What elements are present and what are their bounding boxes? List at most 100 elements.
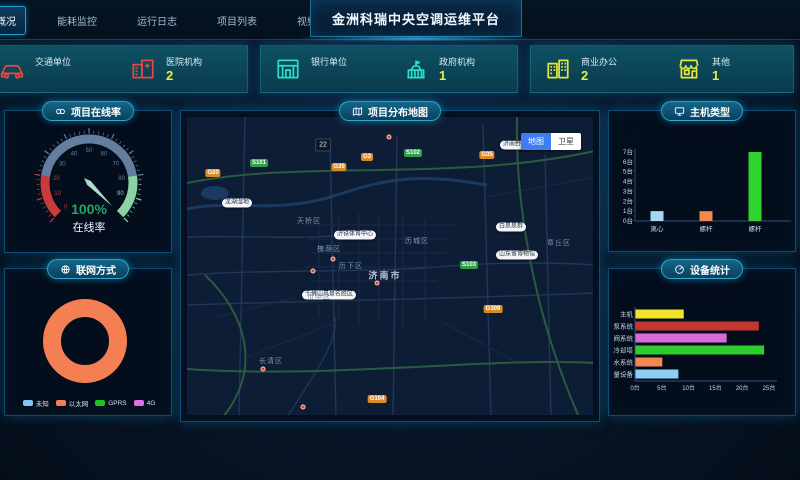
svg-text:5台: 5台: [623, 167, 633, 176]
project-dot-marker[interactable]: [331, 257, 336, 262]
map-icon: [352, 106, 363, 117]
svg-text:70: 70: [112, 162, 119, 168]
svg-text:3台: 3台: [623, 186, 633, 195]
svg-text:螺杆: 螺杆: [700, 224, 714, 233]
legend-label: 未知: [36, 398, 49, 408]
map-mode-map-button[interactable]: 地图: [521, 133, 551, 150]
svg-text:量设备: 量设备: [614, 370, 634, 379]
cluster-badge[interactable]: 22: [315, 139, 331, 152]
hospital-icon: [130, 56, 156, 82]
svg-text:螺杆: 螺杆: [749, 224, 763, 233]
project-dot-marker[interactable]: [261, 367, 266, 372]
gauge-icon: [674, 264, 685, 275]
online-rate-header: 项目在线率: [42, 101, 134, 121]
stat-label: 医院机构: [166, 55, 202, 68]
svg-text:90: 90: [117, 191, 124, 197]
svg-text:冷却塔: 冷却塔: [614, 346, 634, 355]
stat-value: [311, 69, 347, 83]
svg-text:20台: 20台: [736, 384, 749, 392]
map-mode-satellite-button[interactable]: 卫星: [551, 133, 581, 150]
app-title: 金洲科瑞中央空调运维平台: [332, 9, 500, 28]
stat-label: 交通单位: [35, 55, 71, 68]
svg-text:25台: 25台: [763, 384, 776, 392]
gauge-center-label: 在线率: [5, 219, 173, 235]
poi-marker[interactable]: 山东省博物馆: [496, 251, 538, 260]
road-shield-label: G20: [205, 169, 220, 177]
bank-icon: [275, 56, 301, 82]
svg-text:80: 80: [118, 176, 125, 182]
svg-text:2台: 2台: [623, 196, 633, 205]
poi-marker[interactable]: 龙湖湿地: [222, 199, 252, 208]
map-canvas[interactable]: G20G35G3G35G309G104S101S102S244S103龙湖湿地济…: [187, 117, 593, 415]
legend-label: 以太网: [69, 398, 89, 408]
device-stats-chart: 主机泵系统阀系统冷却塔水系统量设备0台5台10台15台20台25台: [609, 269, 795, 415]
nav-tab[interactable]: 能耗监控: [48, 7, 106, 34]
legend-label: 4G: [147, 400, 156, 407]
stat-item: 商业办公2: [531, 46, 662, 92]
legend-swatch: [56, 400, 66, 406]
stat-card: 交通单位医院机构2: [0, 45, 248, 93]
host-type-header: 主机类型: [661, 101, 743, 121]
svg-text:主机: 主机: [620, 310, 634, 319]
network-donut-chart: [5, 283, 173, 395]
project-dot-marker[interactable]: [301, 405, 306, 410]
device-stats-header: 设备统计: [661, 259, 743, 279]
road-shield-label: G35: [479, 151, 494, 159]
legend-item[interactable]: 以太网: [56, 398, 89, 408]
dashboard-screen: 概况能耗监控运行日志项目列表视频监控 金洲科瑞中央空调运维平台 交通单位 医院机构…: [0, 0, 800, 480]
title-glow-line: [296, 37, 536, 40]
svg-text:10台: 10台: [682, 384, 695, 392]
bar: [636, 358, 663, 367]
nav-tab[interactable]: 项目列表: [208, 7, 266, 34]
svg-text:15台: 15台: [709, 384, 722, 392]
svg-text:5台: 5台: [657, 384, 666, 392]
svg-text:7台: 7台: [623, 147, 633, 156]
project-dot-marker[interactable]: [375, 281, 380, 286]
poi-marker[interactable]: 济铁体育中心: [334, 231, 376, 240]
car-icon: [0, 56, 25, 82]
road-shield-label: S102: [404, 149, 422, 157]
globe-icon: [60, 264, 71, 275]
svg-text:4台: 4台: [623, 177, 633, 186]
district-label: 章丘区: [547, 238, 571, 248]
bar: [636, 334, 727, 343]
legend-item[interactable]: 4G: [134, 398, 156, 408]
poi-marker[interactable]: 白泉泉群: [496, 223, 526, 232]
district-label: 天桥区: [297, 216, 321, 226]
project-dot-marker[interactable]: [311, 269, 316, 274]
legend-item[interactable]: GPRS: [95, 398, 126, 408]
city-label: 济南市: [368, 269, 401, 282]
bar: [700, 211, 713, 221]
legend-item[interactable]: 未知: [23, 398, 49, 408]
gauge-value-text: 100%: [5, 201, 173, 217]
bar: [636, 346, 765, 355]
device-stats-title: 设备统计: [690, 262, 730, 277]
nav-tabs: 概况能耗监控运行日志项目列表视频监控: [0, 6, 346, 34]
gauge-segment: [46, 139, 133, 176]
legend-swatch: [95, 400, 105, 406]
bar: [749, 152, 762, 221]
stat-item: 交通单位: [0, 46, 116, 92]
svg-text:0台: 0台: [623, 216, 633, 225]
bar: [636, 322, 759, 331]
svg-text:60: 60: [101, 152, 108, 158]
project-dot-marker[interactable]: [387, 135, 392, 140]
stat-value: 2: [581, 69, 617, 83]
project-map-title: 项目分布地图: [368, 104, 428, 119]
stat-label: 其他: [712, 55, 730, 68]
stat-item: 其他1: [662, 46, 793, 92]
svg-text:50: 50: [86, 148, 93, 154]
stat-card: 商业办公2其他1: [530, 45, 794, 93]
road-shield-label: G35: [331, 163, 346, 171]
stat-item: 政府机构1: [389, 46, 517, 92]
svg-text:10: 10: [54, 191, 61, 197]
district-label: 历下区: [339, 261, 363, 271]
stat-card: 银行单位政府机构1: [260, 45, 518, 93]
stat-item: 银行单位: [261, 46, 389, 92]
road-shield-label: S103: [460, 261, 478, 269]
project-map-header: 项目分布地图: [339, 101, 441, 121]
nav-tab[interactable]: 运行日志: [128, 7, 186, 34]
bar: [636, 370, 679, 379]
network-legend: 未知 以太网 GPRS 4G: [5, 398, 173, 408]
nav-tab[interactable]: 概况: [0, 6, 26, 35]
